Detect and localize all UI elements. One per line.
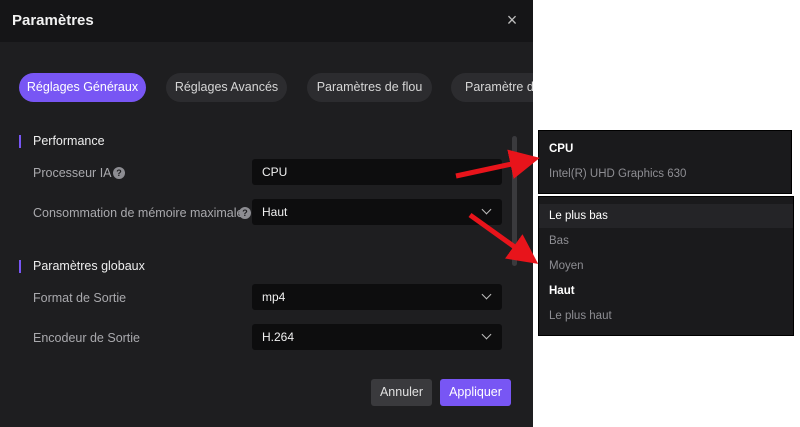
- tab-more-settings[interactable]: Paramètre de: [451, 73, 533, 102]
- memory-option-low[interactable]: Bas: [539, 229, 793, 253]
- chevron-down-icon: [481, 329, 492, 340]
- output-format-select[interactable]: mp4: [252, 284, 502, 310]
- output-encoder-value: H.264: [262, 330, 295, 344]
- help-icon[interactable]: ?: [239, 207, 251, 219]
- label-output-encoder: Encodeur de Sortie: [33, 331, 141, 345]
- scrollbar[interactable]: [512, 136, 517, 266]
- processor-option-gpu[interactable]: Intel(R) UHD Graphics 630: [539, 162, 791, 186]
- max-memory-select[interactable]: Haut: [252, 199, 502, 225]
- cancel-button[interactable]: Annuler: [371, 379, 432, 406]
- tab-bar: Réglages Généraux Réglages Avancés Param…: [0, 73, 533, 103]
- section-accent-bar: [19, 260, 21, 273]
- processor-option-cpu[interactable]: CPU: [539, 137, 791, 161]
- apply-button[interactable]: Appliquer: [440, 379, 511, 406]
- ai-processor-value: CPU: [262, 165, 288, 179]
- memory-option-lowest[interactable]: Le plus bas: [539, 204, 793, 228]
- section-title-performance: Performance: [33, 134, 105, 148]
- max-memory-value: Haut: [262, 205, 288, 219]
- output-encoder-select[interactable]: H.264: [252, 324, 502, 350]
- tab-blur-settings[interactable]: Paramètres de flou: [307, 73, 432, 102]
- dialog-titlebar: Paramètres ×: [0, 0, 533, 42]
- processor-dropdown-list: CPU Intel(R) UHD Graphics 630: [538, 130, 792, 194]
- ai-processor-select[interactable]: CPU: [252, 159, 502, 185]
- label-max-memory: Consommation de mémoire maximale: [33, 206, 244, 220]
- section-accent-bar: [19, 135, 21, 148]
- memory-dropdown-list: Le plus bas Bas Moyen Haut Le plus haut: [538, 196, 794, 336]
- chevron-down-icon: [481, 204, 492, 215]
- tab-general-settings[interactable]: Réglages Généraux: [19, 73, 146, 102]
- label-output-format: Format de Sortie: [33, 291, 127, 305]
- help-icon[interactable]: ?: [113, 167, 125, 179]
- memory-option-highest[interactable]: Le plus haut: [539, 304, 793, 328]
- memory-option-high[interactable]: Haut: [539, 279, 793, 303]
- tab-advanced-settings[interactable]: Réglages Avancés: [166, 73, 287, 102]
- label-ai-processor: Processeur IA: [33, 166, 112, 180]
- close-icon[interactable]: ×: [502, 10, 522, 30]
- section-title-global: Paramètres globaux: [33, 259, 145, 273]
- dialog-title: Paramètres: [12, 12, 94, 29]
- output-format-value: mp4: [262, 290, 286, 304]
- settings-dialog: Paramètres × Réglages Généraux Réglages …: [0, 0, 533, 427]
- chevron-down-icon: [481, 289, 492, 300]
- memory-option-medium[interactable]: Moyen: [539, 254, 793, 278]
